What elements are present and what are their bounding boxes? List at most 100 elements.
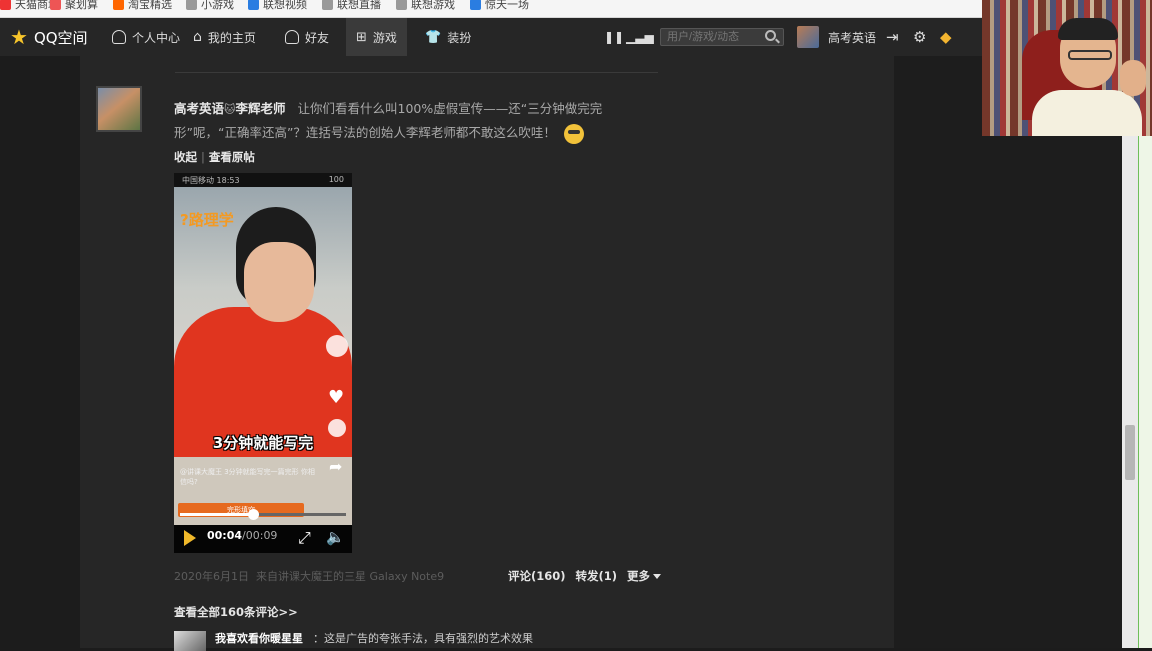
feed-column (80, 56, 738, 648)
bookmark-icon (186, 0, 197, 10)
author-name[interactable]: 高考英语 (174, 101, 224, 116)
volume-icon[interactable]: 🔈 (326, 528, 345, 546)
bookmark-label: 淘宝精选 (128, 0, 172, 11)
bookmark-icon (248, 0, 259, 10)
home-icon: ⌂ (193, 29, 202, 45)
progress-knob[interactable] (248, 509, 260, 520)
nav-my-home-label: 我的主页 (207, 30, 256, 45)
signal-icon: ▁▃▅ (626, 30, 654, 44)
author-avatar[interactable] (96, 86, 142, 132)
video-frame: ?路理学 ♥ ➦ 3分钟就能写完 @讲课大魔王 3分钟就能写完一篇完形 你相信吗… (174, 187, 352, 527)
commenter-name[interactable]: 我喜欢看你暖星星 (215, 632, 303, 645)
nav-my-home[interactable]: ⌂ 我的主页 (193, 18, 256, 56)
nav-username-label: 高考英语 (828, 30, 877, 45)
bookmark-label: 联想直播 (337, 0, 381, 11)
signal-button[interactable]: ▁▃▅ (626, 18, 654, 56)
forwards-link[interactable]: 转发(1) (576, 568, 618, 584)
bookmark-icon (322, 0, 333, 10)
grid-icon: ⊞ (356, 29, 367, 45)
gear-icon: ⚙ (913, 28, 927, 46)
chevron-down-icon (653, 574, 662, 579)
nav-username[interactable]: 高考英语 (828, 18, 876, 56)
current-time: 00:04 (207, 529, 243, 542)
time-display: 00:04/00:09 (207, 529, 278, 542)
view-all-comments-link[interactable]: 查看全部160条评论>> (174, 604, 298, 620)
nav-dress[interactable]: 👕 装扮 (425, 18, 471, 56)
friends-icon (285, 30, 299, 44)
presenter-shirt (1032, 90, 1142, 136)
post-source: 来自讲课大魔王的三星 Galaxy Note9 (256, 570, 445, 583)
bookmark-icon (0, 0, 11, 10)
bookmark-item[interactable]: 联想游戏 (396, 0, 455, 12)
nav-games[interactable]: ⊞ 游戏 (346, 18, 407, 56)
commenter-avatar[interactable] (174, 631, 206, 651)
video-caption: 3分钟就能写完 (212, 434, 314, 452)
post-meta: 2020年6月1日 来自讲课大魔王的三星 Galaxy Note9 (174, 568, 444, 584)
video-player[interactable]: 中国移动 18:53 100 ?路理学 ♥ ➦ 3分钟就能写完 @讲课大魔王 3… (174, 173, 352, 553)
glasses (1068, 50, 1112, 60)
heart-icon[interactable]: ♥ (328, 387, 344, 408)
bookmark-item[interactable]: 联想视频 (248, 0, 307, 12)
nav-friends-label: 好友 (305, 30, 330, 45)
webcam-overlay (982, 0, 1152, 136)
bookmark-label: 联想游戏 (411, 0, 455, 11)
vip-button[interactable]: ◆ (940, 18, 952, 56)
phone-status-bar: 中国移动 18:53 100 (174, 173, 352, 187)
search-icon[interactable] (765, 30, 776, 41)
nav-dress-label: 装扮 (447, 30, 472, 45)
bookmark-label: 联想视频 (263, 0, 307, 11)
presenter-hair (1058, 18, 1118, 40)
bookmark-label: 小游戏 (201, 0, 234, 11)
scrollbar-thumb[interactable] (1125, 425, 1135, 480)
play-icon[interactable] (184, 530, 196, 546)
top-nav: ★ QQ空间 个人中心 ⌂ 我的主页 好友 ⊞ 游戏 👕 装扮 ❚❚ ▁▃▅ 高… (0, 18, 985, 56)
settings-button[interactable]: ⚙ (913, 18, 926, 56)
nav-avatar[interactable] (797, 26, 819, 48)
bookmark-item[interactable]: 小游戏 (186, 0, 234, 12)
comment-item: 我喜欢看你暖星星 ：这是广告的夸张手法，具有强烈的艺术效果 (215, 630, 533, 646)
badge-icon: 🐱 (224, 103, 236, 116)
bookmark-item[interactable]: 聚划算 (50, 0, 98, 12)
bookmark-icon (113, 0, 124, 10)
post-stats: 评论(160) 转发(1) 更多 (508, 568, 662, 584)
video-description: @讲课大魔王 3分钟就能写完一篇完形 你相信吗? (180, 468, 315, 486)
collapse-link[interactable]: 收起 (174, 150, 197, 164)
post-actions: 收起 | 查看原帖 (174, 149, 255, 165)
author-suffix[interactable]: 李辉老师 (235, 101, 285, 116)
fullscreen-icon[interactable]: ⤢ (298, 528, 311, 548)
logo-text: QQ空间 (33, 28, 88, 47)
more-menu[interactable]: 更多 (627, 568, 662, 584)
right-pane (658, 56, 894, 648)
scrollbar[interactable] (1122, 136, 1138, 648)
profile-button[interactable] (326, 335, 348, 357)
share-icon[interactable]: ➦ (329, 457, 342, 476)
star-icon: ★ (10, 25, 28, 49)
side-strip (1138, 136, 1152, 648)
bookmark-item[interactable]: 联想直播 (322, 0, 381, 12)
divider: | (201, 150, 205, 164)
post-header: 高考英语🐱李辉老师 让你们看看什么叫100%虚假宣传——还“三分钟做完完形”呢，… (174, 97, 634, 144)
more-label: 更多 (627, 569, 651, 583)
bookmark-item[interactable]: 惊天一场 (470, 0, 529, 12)
comment-text: ：这是广告的夸张手法，具有强烈的艺术效果 (313, 632, 533, 645)
nav-friends[interactable]: 好友 (285, 18, 329, 56)
bookmark-icon (470, 0, 481, 10)
diamond-icon: ◆ (940, 28, 952, 46)
user-icon (112, 30, 126, 44)
pause-icon: ❚❚ (604, 30, 625, 44)
pause-button[interactable]: ❚❚ (604, 18, 624, 56)
comments-link[interactable]: 评论(160) (508, 568, 566, 584)
bookmark-icon (50, 0, 61, 10)
presenter-hand (1120, 60, 1146, 96)
video-logo: ?路理学 (180, 211, 234, 229)
nav-personal-center[interactable]: 个人中心 (112, 18, 180, 56)
view-original-link[interactable]: 查看原帖 (209, 150, 255, 164)
qzone-logo[interactable]: ★ QQ空间 (10, 18, 88, 56)
logout-button[interactable]: ⇥ (886, 18, 899, 56)
page-background (894, 56, 1122, 648)
bookmark-item[interactable]: 淘宝精选 (113, 0, 172, 12)
bookmark-label: 惊天一场 (485, 0, 529, 11)
bookmarks-bar: 天猫商城 聚划算 淘宝精选 小游戏 联想视频 联想直播 联想游戏 惊天一场 (0, 0, 1152, 18)
sunglasses-emoji-icon (563, 123, 584, 144)
divider (175, 72, 738, 73)
